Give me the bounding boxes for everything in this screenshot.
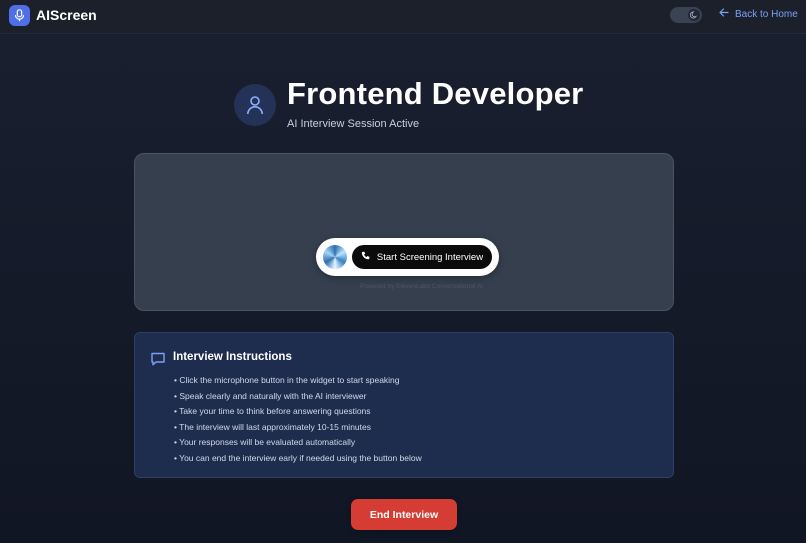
back-to-home-label: Back to Home bbox=[735, 8, 798, 20]
voice-orb-icon bbox=[323, 245, 347, 269]
app-logo-text[interactable]: AIScreen bbox=[36, 7, 97, 23]
powered-by-text: Powered by ElevenLabs Conversational AI bbox=[360, 283, 483, 290]
list-item: • You can end the interview early if nee… bbox=[174, 452, 422, 463]
voice-widget: Start Screening Interview bbox=[316, 238, 499, 276]
page-title: Frontend Developer bbox=[287, 76, 584, 111]
list-item: • Speak clearly and naturally with the A… bbox=[174, 390, 367, 401]
microphone-icon bbox=[9, 5, 30, 26]
session-status-text: AI Interview Session Active bbox=[287, 118, 420, 130]
list-item: • The interview will last approximately … bbox=[174, 421, 371, 432]
list-item: • Take your time to think before answeri… bbox=[174, 406, 371, 416]
moon-icon bbox=[688, 9, 700, 21]
top-bar: AIScreen Back to Home bbox=[0, 0, 806, 34]
start-screening-interview-button[interactable]: Start Screening Interview bbox=[352, 245, 492, 269]
theme-toggle[interactable] bbox=[670, 7, 702, 23]
interview-widget-panel: Start Screening Interview Powered by Ele… bbox=[134, 153, 674, 311]
list-item: • Click the microphone button in the wid… bbox=[174, 375, 400, 385]
back-to-home-link[interactable]: Back to Home bbox=[719, 8, 798, 20]
phone-icon bbox=[361, 251, 370, 263]
instructions-title: Interview Instructions bbox=[173, 351, 292, 363]
chat-bubble-icon bbox=[150, 351, 166, 367]
interview-instructions-card: Interview Instructions • Click the micro… bbox=[134, 332, 674, 478]
list-item: • Your responses will be evaluated autom… bbox=[174, 437, 356, 447]
start-screening-interview-label: Start Screening Interview bbox=[376, 251, 484, 263]
arrow-left-icon bbox=[719, 8, 729, 20]
user-icon bbox=[234, 84, 276, 126]
instructions-list: • Click the microphone button in the wid… bbox=[174, 373, 422, 466]
end-interview-button[interactable]: End Interview bbox=[351, 499, 457, 530]
